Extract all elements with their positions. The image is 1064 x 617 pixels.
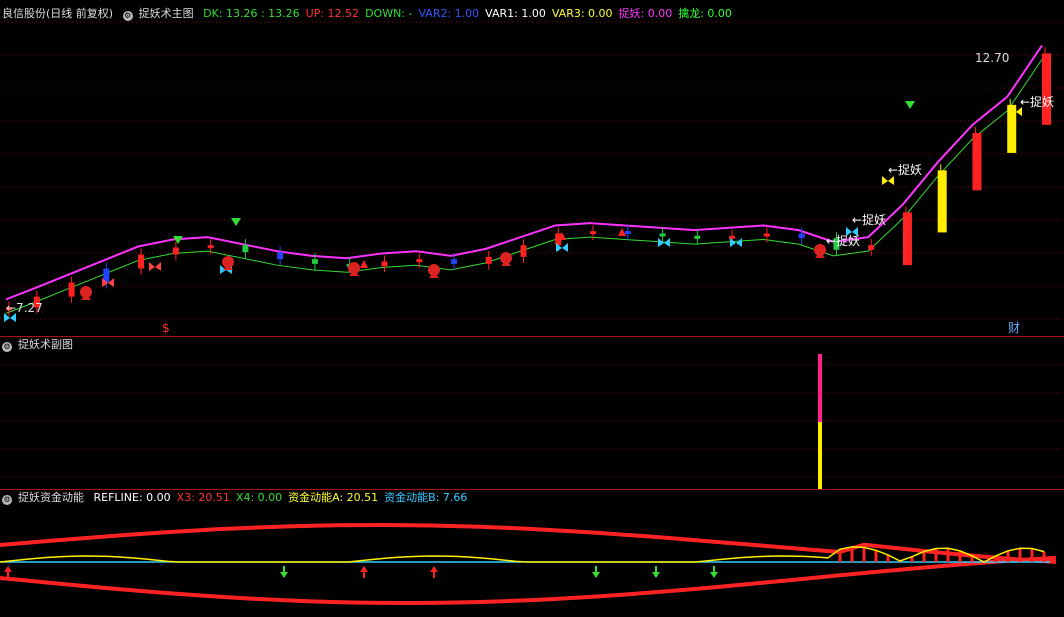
candle-body xyxy=(277,252,284,260)
candle-body xyxy=(659,233,666,237)
catch-label: ←捉妖 xyxy=(826,233,860,248)
candle-body xyxy=(902,212,912,266)
candle-body xyxy=(311,259,318,264)
arrow-down-icon xyxy=(710,566,718,578)
candle-body xyxy=(172,247,179,255)
arrow-up-icon xyxy=(4,566,12,578)
signal-bar-top xyxy=(818,354,822,422)
candle-body xyxy=(590,231,597,235)
butterfly-icon xyxy=(149,262,161,271)
butterfly-icon xyxy=(882,176,894,185)
catch-label: ←捉妖 xyxy=(852,212,886,227)
candle-body xyxy=(868,245,875,250)
price-high-label: 12.70 xyxy=(975,51,1009,65)
arrow-up-icon xyxy=(360,566,368,578)
catch-label: ←捉妖 xyxy=(1020,94,1054,109)
main-chart-panel: 良信股份(日线 前复权) ⚙ 捉妖术主图 DK: 13.26 : 13.26 UP:… xyxy=(0,0,1064,336)
arrow-down-icon xyxy=(652,566,660,578)
lower-band xyxy=(0,555,1057,606)
arrow-down-icon xyxy=(280,566,288,578)
main-price-chart[interactable]: 12.70 ←7.27 ←捉妖 ←捉妖 ←捉妖 ←捉妖 $ 财 xyxy=(0,0,1064,336)
candle-body xyxy=(485,256,492,264)
candle-body xyxy=(1042,53,1051,125)
candle-body xyxy=(416,259,423,263)
price-low-label: ←7.27 xyxy=(6,301,43,315)
sub1-chart[interactable] xyxy=(0,337,1064,489)
candle-body xyxy=(972,132,982,191)
candle-body xyxy=(138,254,145,269)
arrow-down-icon xyxy=(905,101,915,109)
axis-marker-cai: 财 xyxy=(1008,321,1020,335)
candle-body xyxy=(520,245,527,257)
sub1-panel: ⚙ 捉妖术副图 xyxy=(0,337,1064,489)
candle-body xyxy=(624,231,631,235)
sub2-panel: ⚙ 捉妖资金动能 REFLINE: 0.00 X3: 20.51 X4: 0.00 资金… xyxy=(0,490,1064,617)
catch-label: ←捉妖 xyxy=(888,162,922,177)
candle-body xyxy=(694,235,701,239)
arrow-up-icon xyxy=(360,260,368,268)
candle-body xyxy=(937,170,947,233)
candle-body xyxy=(207,245,214,249)
support-line xyxy=(5,59,1043,314)
sub2-chart[interactable] xyxy=(0,490,1064,617)
arrow-down-icon xyxy=(231,218,241,226)
candle-body xyxy=(381,261,388,267)
candle-body xyxy=(450,259,457,264)
arrow-down-icon xyxy=(592,566,600,578)
arrow-up-icon xyxy=(618,228,626,236)
signal-bar-bottom xyxy=(818,422,822,489)
upper-band xyxy=(0,522,1057,564)
candle-body xyxy=(798,233,805,239)
candle-body xyxy=(242,245,249,253)
axis-marker-s: $ xyxy=(162,321,170,335)
arrow-up-icon xyxy=(430,566,438,578)
candle-body xyxy=(763,233,770,237)
candle-body xyxy=(68,282,75,297)
